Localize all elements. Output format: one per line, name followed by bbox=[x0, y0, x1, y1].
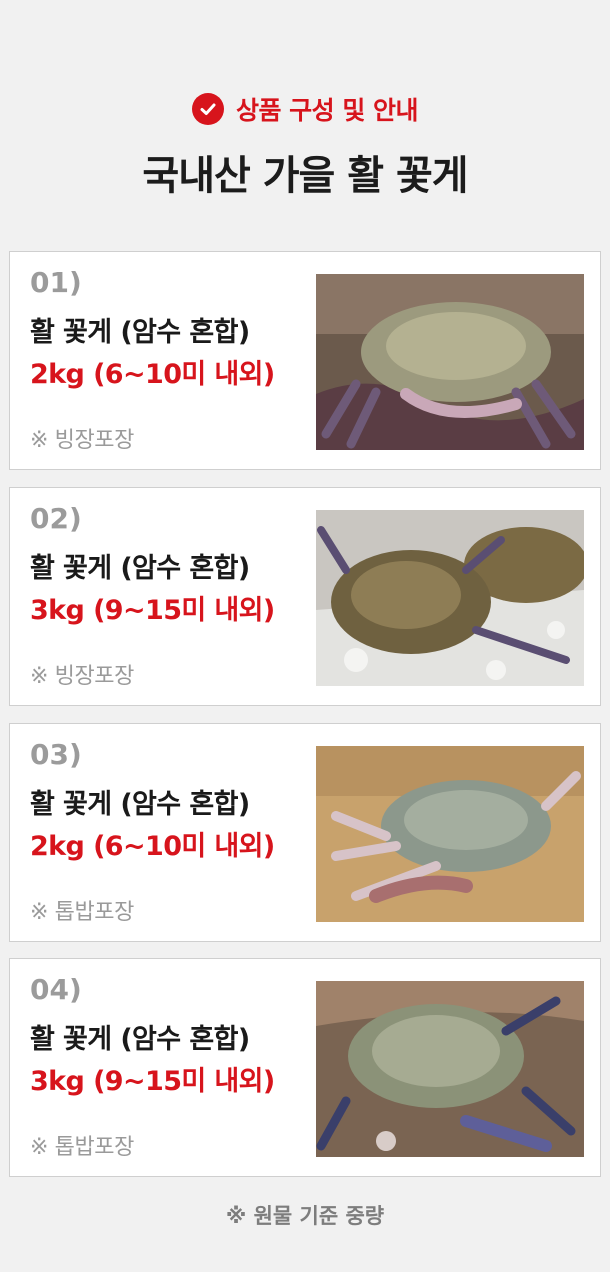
product-card-1: 01) 활 꽃게 (암수 혼합) 2kg (6~10미 내외) ※ 빙장포장 bbox=[9, 251, 601, 470]
item-number: 03) bbox=[30, 738, 82, 771]
crab-on-ice-photo bbox=[316, 510, 584, 686]
item-number: 01) bbox=[30, 266, 82, 299]
product-card-2: 02) 활 꽃게 (암수 혼합) 3kg (9~15미 내외) ※ 빙장포장 bbox=[9, 487, 601, 706]
check-circle-icon bbox=[191, 93, 224, 125]
item-name: 활 꽃게 (암수 혼합) bbox=[30, 553, 250, 584]
product-card-3: 03) 활 꽃게 (암수 혼합) 2kg (6~10미 내외) ※ 톱밥포장 bbox=[9, 723, 601, 942]
crab-on-hands-photo bbox=[316, 274, 584, 450]
weight-footnote: ※ 원물 기준 중량 bbox=[225, 1204, 385, 1228]
item-packaging: ※ 톱밥포장 bbox=[30, 1135, 134, 1160]
section-label: 상품 구성 및 안내 bbox=[0, 92, 610, 126]
item-packaging: ※ 빙장포장 bbox=[30, 664, 134, 689]
item-name: 활 꽃게 (암수 혼합) bbox=[30, 789, 250, 820]
item-weight: 3kg (9~15미 내외) bbox=[30, 1066, 275, 1097]
item-packaging: ※ 톱밥포장 bbox=[30, 900, 134, 925]
page-title: 국내산 가을 활 꽃게 bbox=[142, 153, 468, 199]
item-name: 활 꽃게 (암수 혼합) bbox=[30, 317, 250, 348]
crab-in-sawdust-photo bbox=[316, 746, 584, 922]
product-card-4: 04) 활 꽃게 (암수 혼합) 3kg (9~15미 내외) ※ 톱밥포장 bbox=[9, 958, 601, 1177]
item-weight: 3kg (9~15미 내외) bbox=[30, 595, 275, 626]
item-number: 04) bbox=[30, 973, 82, 1006]
item-weight: 2kg (6~10미 내외) bbox=[30, 831, 275, 862]
section-subtitle: 상품 구성 및 안내 bbox=[235, 96, 419, 125]
item-number: 02) bbox=[30, 502, 82, 535]
item-weight: 2kg (6~10미 내외) bbox=[30, 359, 275, 390]
crab-on-hands-photo bbox=[316, 981, 584, 1157]
item-packaging: ※ 빙장포장 bbox=[30, 428, 134, 453]
item-name: 활 꽃게 (암수 혼합) bbox=[30, 1024, 250, 1055]
